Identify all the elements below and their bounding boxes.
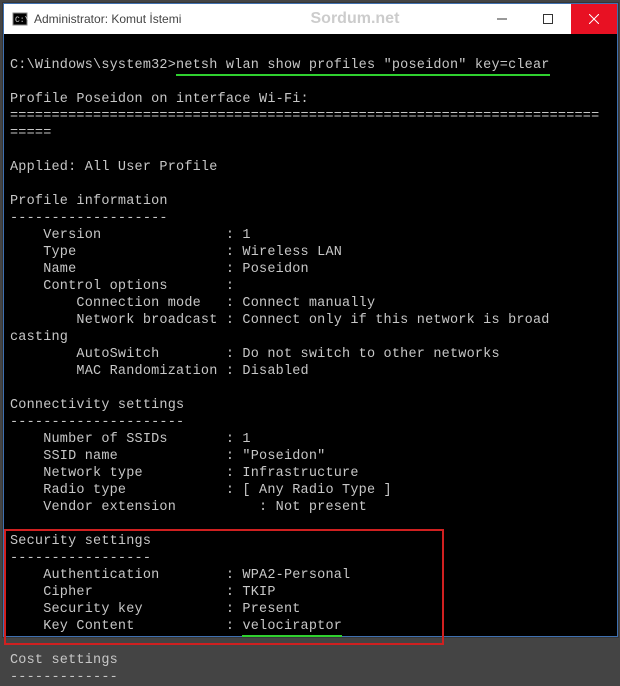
applied-line: Applied: All User Profile (10, 160, 218, 175)
cmd-icon: C:\ (12, 11, 28, 27)
section-title-security: Security settings (10, 534, 151, 549)
key-content-value: velociraptor (242, 619, 342, 637)
close-button[interactable] (571, 4, 617, 34)
svg-text:C:\: C:\ (15, 16, 28, 25)
terminal-body[interactable]: C:\Windows\system32>netsh wlan show prof… (4, 34, 617, 636)
prompt: C:\Windows\system32> (10, 58, 176, 73)
maximize-button[interactable] (525, 4, 571, 34)
section-title-connectivity: Connectivity settings (10, 398, 184, 413)
window-title: Administrator: Komut İstemi (34, 12, 181, 26)
command: netsh wlan show profiles "poseidon" key=… (176, 58, 550, 76)
profile-header: Profile Poseidon on interface Wi-Fi: (10, 92, 309, 107)
section-title-profile: Profile information (10, 194, 168, 209)
section-title-cost: Cost settings (10, 653, 118, 668)
watermark: Sordum.net (311, 10, 400, 28)
titlebar[interactable]: C:\ Administrator: Komut İstemi Sordum.n… (4, 4, 617, 34)
terminal-window: C:\ Administrator: Komut İstemi Sordum.n… (3, 3, 618, 637)
minimize-button[interactable] (479, 4, 525, 34)
